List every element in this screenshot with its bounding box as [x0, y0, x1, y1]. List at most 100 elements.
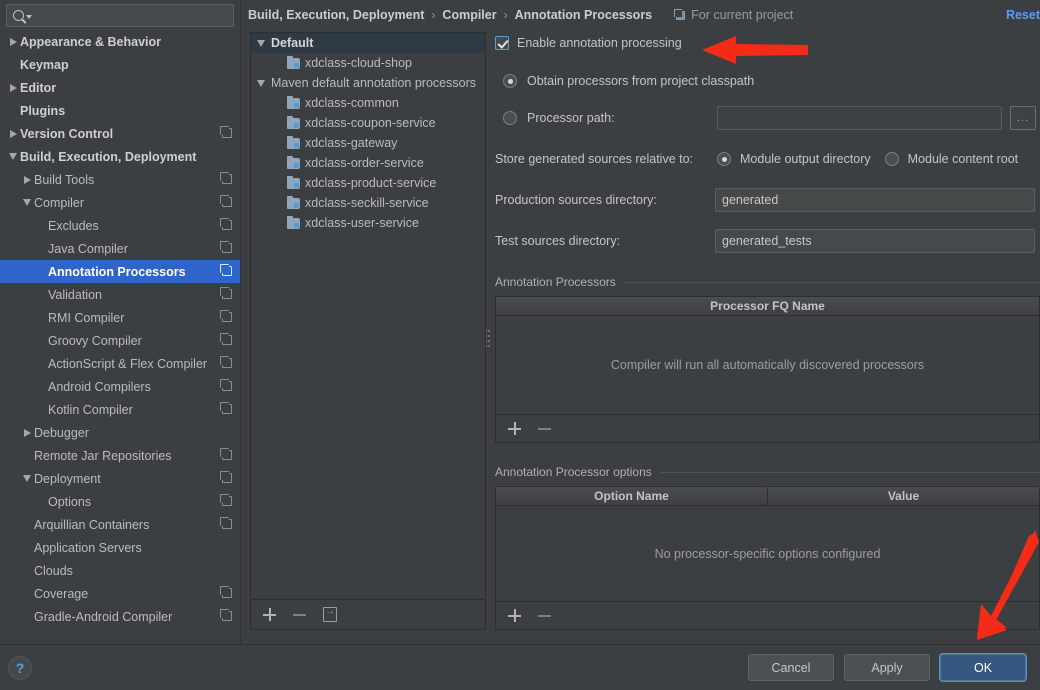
- sidebar-item-gradle-android-compiler[interactable]: Gradle-Android Compiler: [0, 605, 240, 628]
- sidebar-item-java-compiler[interactable]: Java Compiler: [0, 237, 240, 260]
- search-dropdown-caret-icon[interactable]: [26, 15, 32, 19]
- breadcrumb-item-1[interactable]: Compiler: [442, 8, 496, 22]
- tree-module-row[interactable]: xdclass-coupon-service: [251, 113, 485, 133]
- sidebar-item-build-execution-deployment[interactable]: Build, Execution, Deployment: [0, 145, 240, 168]
- sidebar-item-version-control[interactable]: Version Control: [0, 122, 240, 145]
- sidebar-item-debugger[interactable]: Debugger: [0, 421, 240, 444]
- tree-module-row[interactable]: xdclass-gateway: [251, 133, 485, 153]
- chevron-down-icon[interactable]: [20, 475, 34, 482]
- add-profile-button[interactable]: [263, 608, 276, 621]
- enable-annotation-processing-label[interactable]: Enable annotation processing: [517, 36, 682, 50]
- sidebar-item-remote-jar-repositories[interactable]: Remote Jar Repositories: [0, 444, 240, 467]
- remove-processor-button[interactable]: [538, 422, 551, 435]
- enable-annotation-processing-checkbox[interactable]: [495, 36, 509, 50]
- sidebar-item-build-tools[interactable]: Build Tools: [0, 168, 240, 191]
- reset-link[interactable]: Reset: [1006, 8, 1040, 22]
- project-scope-icon: [220, 586, 232, 598]
- tree-module-row[interactable]: xdclass-order-service: [251, 153, 485, 173]
- apply-button[interactable]: Apply: [844, 654, 930, 681]
- processor-path-radio[interactable]: [503, 111, 517, 125]
- column-header-option-name[interactable]: Option Name: [496, 487, 767, 505]
- tree-module-row[interactable]: xdclass-common: [251, 93, 485, 113]
- tree-module-row[interactable]: xdclass-product-service: [251, 173, 485, 193]
- ok-button[interactable]: OK: [940, 654, 1026, 681]
- sidebar-item-rmi-compiler[interactable]: RMI Compiler: [0, 306, 240, 329]
- chevron-right-icon[interactable]: [6, 83, 20, 92]
- sidebar-item-groovy-compiler[interactable]: Groovy Compiler: [0, 329, 240, 352]
- chevron-right-icon[interactable]: [20, 428, 34, 437]
- breadcrumb-item-0[interactable]: Build, Execution, Deployment: [248, 8, 424, 22]
- tree-module-row[interactable]: xdclass-cloud-shop: [251, 53, 485, 73]
- test-sources-input[interactable]: [715, 229, 1035, 253]
- search-box[interactable]: [6, 3, 234, 27]
- tree-module-row[interactable]: xdclass-seckill-service: [251, 193, 485, 213]
- module-content-root-label[interactable]: Module content root: [908, 152, 1019, 166]
- processor-path-input[interactable]: [717, 106, 1002, 130]
- sidebar-item-label: Options: [48, 494, 92, 509]
- sidebar-item-excludes[interactable]: Excludes: [0, 214, 240, 237]
- sidebar-item-coverage[interactable]: Coverage: [0, 582, 240, 605]
- project-scope-icon: [220, 172, 232, 184]
- module-output-directory-label[interactable]: Module output directory: [740, 152, 871, 166]
- module-tree-toolbar: [250, 600, 486, 630]
- chevron-right-icon[interactable]: [6, 37, 20, 46]
- column-header-processor-fq-name[interactable]: Processor FQ Name: [496, 297, 1039, 315]
- obtain-from-classpath-radio[interactable]: [503, 74, 517, 88]
- move-to-profile-icon[interactable]: [323, 604, 337, 622]
- chevron-down-icon[interactable]: [257, 39, 265, 47]
- add-processor-button[interactable]: [508, 422, 521, 435]
- sidebar-item-compiler[interactable]: Compiler: [0, 191, 240, 214]
- sidebar-item-application-servers[interactable]: Application Servers: [0, 536, 240, 559]
- sidebar-item-keymap[interactable]: Keymap: [0, 53, 240, 76]
- obtain-from-classpath-label[interactable]: Obtain processors from project classpath: [527, 74, 754, 88]
- processors-table[interactable]: Processor FQ Name Compiler will run all …: [495, 296, 1040, 443]
- settings-category-tree[interactable]: Appearance & Behavior Keymap Editor Plugins…: [0, 30, 240, 644]
- module-icon: [287, 55, 300, 69]
- sidebar-item-label: Debugger: [34, 425, 89, 440]
- options-section-header: Annotation Processor options: [495, 465, 1040, 479]
- chevron-down-icon[interactable]: [20, 199, 34, 206]
- sidebar-item-arquillian-containers[interactable]: Arquillian Containers: [0, 513, 240, 536]
- sidebar-item-plugins[interactable]: Plugins: [0, 99, 240, 122]
- processors-table-header: Processor FQ Name: [496, 297, 1039, 316]
- production-sources-input[interactable]: [715, 188, 1035, 212]
- tree-group-row[interactable]: Default: [251, 33, 485, 53]
- processor-path-browse-button[interactable]: ...: [1010, 106, 1036, 130]
- sidebar-item-clouds[interactable]: Clouds: [0, 559, 240, 582]
- sidebar-item-label: Coverage: [34, 586, 89, 601]
- sidebar-item-android-compilers[interactable]: Android Compilers: [0, 375, 240, 398]
- options-table-empty-message: No processor-specific options configured: [654, 546, 881, 561]
- remove-option-button[interactable]: [538, 609, 551, 622]
- options-table[interactable]: Option Name Value No processor-specific …: [495, 486, 1040, 630]
- search-input[interactable]: [37, 7, 227, 23]
- tree-module-row[interactable]: xdclass-user-service: [251, 213, 485, 233]
- project-scope-icon: [220, 195, 232, 207]
- processors-table-toolbar: [496, 414, 1039, 442]
- tree-group-row[interactable]: Maven default annotation processors: [251, 73, 485, 93]
- sidebar-item-label: Annotation Processors: [48, 264, 186, 279]
- sidebar-item-editor[interactable]: Editor: [0, 76, 240, 99]
- sidebar-item-annotation-processors[interactable]: Annotation Processors: [0, 260, 240, 283]
- add-option-button[interactable]: [508, 609, 521, 622]
- help-button[interactable]: ?: [8, 655, 32, 680]
- chevron-right-icon[interactable]: [20, 175, 34, 184]
- chevron-down-icon[interactable]: [257, 79, 265, 87]
- sidebar-item-validation[interactable]: Validation: [0, 283, 240, 306]
- left-splitter[interactable]: [240, 0, 248, 644]
- module-output-directory-radio[interactable]: [717, 152, 731, 166]
- sidebar-item-kotlin-compiler[interactable]: Kotlin Compiler: [0, 398, 240, 421]
- sidebar-item-label: Android Compilers: [48, 379, 151, 394]
- remove-profile-button[interactable]: [293, 608, 306, 621]
- column-header-value[interactable]: Value: [767, 487, 1039, 505]
- sidebar-item-appearance-behavior[interactable]: Appearance & Behavior: [0, 30, 240, 53]
- cancel-button[interactable]: Cancel: [748, 654, 834, 681]
- chevron-down-icon[interactable]: [6, 153, 20, 160]
- sidebar-item-options[interactable]: Options: [0, 490, 240, 513]
- module-content-root-radio[interactable]: [884, 152, 899, 166]
- module-tree[interactable]: Default xdclass-cloud-shop Maven default a…: [250, 32, 486, 600]
- sidebar-item-label: Editor: [20, 80, 57, 95]
- chevron-right-icon[interactable]: [6, 129, 20, 138]
- project-scope-icon: [220, 494, 232, 506]
- sidebar-item-actionscript-flex-compiler[interactable]: ActionScript & Flex Compiler: [0, 352, 240, 375]
- sidebar-item-deployment[interactable]: Deployment: [0, 467, 240, 490]
